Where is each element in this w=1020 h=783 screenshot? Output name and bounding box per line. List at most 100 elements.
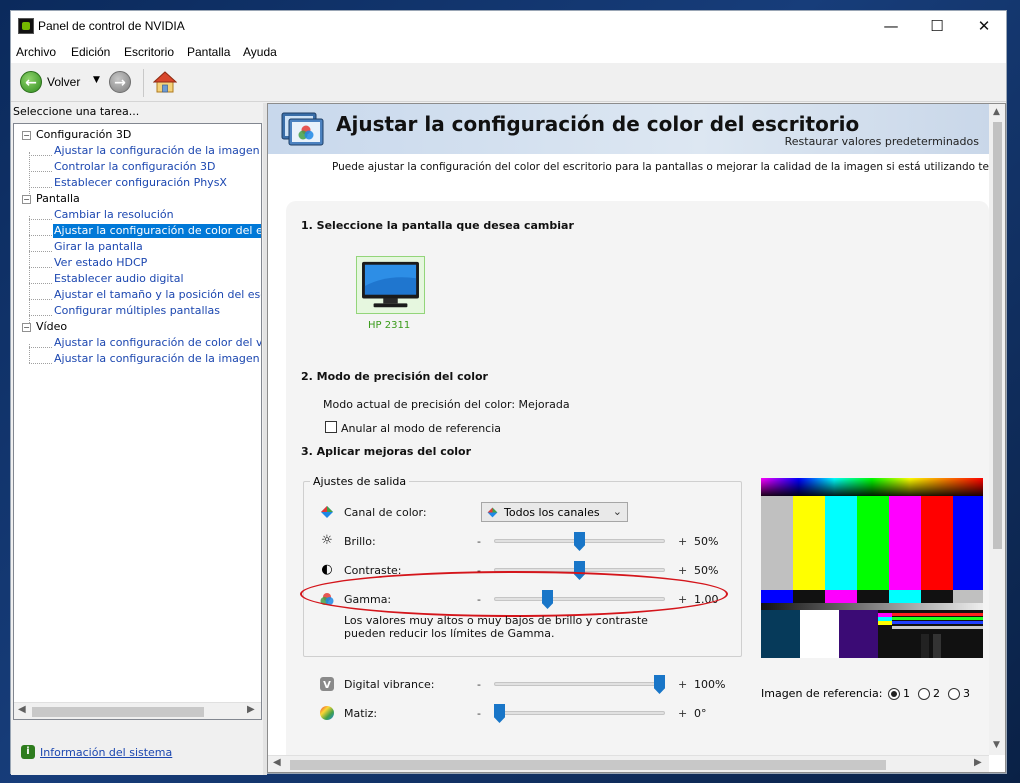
vibrance-minus: - xyxy=(477,678,481,691)
digital-vibrance-label: Digital vibrance: xyxy=(344,678,435,691)
vibrance-slider-track[interactable] xyxy=(494,682,665,686)
tree-item-desktop-size[interactable]: Ajustar el tamaño y la posición del escr… xyxy=(54,288,261,302)
tree-item-rotate[interactable]: Girar la pantalla xyxy=(54,240,143,254)
home-icon[interactable] xyxy=(153,71,177,93)
hue-slider-track[interactable] xyxy=(494,711,665,715)
hue-plus: + xyxy=(678,707,688,720)
reference-radio-3-label: 3 xyxy=(963,687,970,700)
tree-category-video[interactable]: Vídeo xyxy=(36,320,67,334)
scroll-left-icon[interactable]: ◀ xyxy=(18,704,26,715)
history-dropdown-icon[interactable]: ▼ xyxy=(93,75,100,85)
content-vertical-scrollbar[interactable]: ▲ ▼ xyxy=(989,104,1005,755)
tree-line xyxy=(29,171,52,172)
window-title: Panel de control de NVIDIA xyxy=(38,19,185,33)
back-button-label[interactable]: Volver xyxy=(47,75,80,89)
maximize-button[interactable]: ☐ xyxy=(914,11,960,41)
forward-arrow-icon[interactable]: → xyxy=(109,71,131,93)
task-panel-label: Seleccione una tarea... xyxy=(13,105,140,118)
tree-item-video-color[interactable]: Ajustar la configuración de color del ví… xyxy=(54,336,261,350)
tree-line xyxy=(29,299,52,300)
page-title: Ajustar la configuración de color del es… xyxy=(336,112,860,136)
scroll-right-icon[interactable]: ▶ xyxy=(974,757,982,768)
tree-line xyxy=(29,235,52,236)
precision-mode-text: Modo actual de precisión del color: Mejo… xyxy=(323,398,570,411)
hue-icon xyxy=(319,705,335,721)
tree-horizontal-scrollbar[interactable]: ◀ ▶ xyxy=(14,702,261,719)
reference-image-label: Imagen de referencia: xyxy=(761,687,883,700)
page-banner: Ajustar la configuración de color del es… xyxy=(268,104,989,154)
reference-radio-3[interactable] xyxy=(948,688,960,700)
menu-ayuda[interactable]: Ayuda xyxy=(243,45,277,59)
tree-item-hdcp[interactable]: Ver estado HDCP xyxy=(54,256,147,270)
tree-item-physx[interactable]: Establecer configuración PhysX xyxy=(54,176,227,190)
content-panel: Ajustar la configuración de color del es… xyxy=(267,103,1006,773)
collapse-toggle-icon[interactable]: − xyxy=(22,131,31,140)
scrollbar-thumb[interactable] xyxy=(32,707,204,717)
color-channel-label: Canal de color: xyxy=(344,506,427,519)
contrast-icon: ◐ xyxy=(321,562,333,577)
system-info-icon: i xyxy=(21,745,35,759)
collapse-toggle-icon[interactable]: − xyxy=(22,195,31,204)
contrast-plus: + xyxy=(678,564,688,577)
tree-item-digital-audio[interactable]: Establecer audio digital xyxy=(54,272,184,286)
desktop-color-icon xyxy=(281,112,324,146)
menu-escritorio[interactable]: Escritorio xyxy=(124,45,174,59)
reference-radio-2-label: 2 xyxy=(933,687,940,700)
monitor-icon xyxy=(362,261,419,308)
nvidia-app-icon xyxy=(18,18,34,34)
brightness-icon: ☼ xyxy=(321,533,333,548)
close-button[interactable]: ✕ xyxy=(961,11,1007,41)
tree-item-desktop-color[interactable]: Ajustar la configuración de color del es… xyxy=(53,224,261,238)
tree-item-image-preview[interactable]: Ajustar la configuración de la imagen co… xyxy=(54,144,261,158)
back-arrow-icon[interactable]: ← xyxy=(20,71,42,93)
red-annotation-ellipse xyxy=(300,571,728,617)
tree-item-video-image[interactable]: Ajustar la configuración de la imagen de… xyxy=(54,352,261,366)
tree-item-manage-3d[interactable]: Controlar la configuración 3D xyxy=(54,160,215,174)
restore-defaults-link[interactable]: Restaurar valores predeterminados xyxy=(785,135,979,148)
hue-value: 0° xyxy=(694,707,707,720)
toolbar: ← Volver ▼ → xyxy=(11,63,1006,102)
all-channels-icon xyxy=(486,506,499,522)
menu-edicion[interactable]: Edición xyxy=(71,45,110,59)
scrollbar-thumb[interactable] xyxy=(290,760,886,770)
tree-category-display[interactable]: Pantalla xyxy=(36,192,80,206)
collapse-toggle-icon[interactable]: − xyxy=(22,323,31,332)
scroll-up-icon[interactable]: ▲ xyxy=(993,107,1000,117)
color-channel-select[interactable]: Todos los canales ⌄ xyxy=(481,502,628,522)
chevron-down-icon: ⌄ xyxy=(612,505,622,518)
section-color-enhancements: 3. Aplicar mejoras del color xyxy=(301,445,472,458)
tree-line xyxy=(29,155,52,156)
scroll-down-icon[interactable]: ▼ xyxy=(993,740,1000,750)
menu-archivo[interactable]: Archivo xyxy=(16,45,56,59)
task-panel: Seleccione una tarea... − Configuración … xyxy=(11,103,263,775)
display-tile-hp2311[interactable] xyxy=(356,256,425,314)
tree-line xyxy=(29,347,52,348)
tree-line xyxy=(29,315,52,316)
vibrance-plus: + xyxy=(678,678,688,691)
tree-item-resolution[interactable]: Cambiar la resolución xyxy=(54,208,174,222)
color-channel-value: Todos los canales xyxy=(504,506,600,519)
tree-category-3d[interactable]: Configuración 3D xyxy=(36,128,131,142)
reference-radio-1-label: 1 xyxy=(903,687,910,700)
page-description: Puede ajustar la configuración del color… xyxy=(332,161,1006,173)
tree-line xyxy=(29,251,52,252)
scroll-right-icon[interactable]: ▶ xyxy=(247,704,255,715)
tree-item-multiple-displays[interactable]: Configurar múltiples pantallas xyxy=(54,304,220,318)
section-color-precision: 2. Modo de precisión del color xyxy=(301,370,488,383)
toolbar-separator xyxy=(143,69,144,97)
tree-line xyxy=(29,363,52,364)
content-horizontal-scrollbar[interactable]: ◀ ▶ xyxy=(268,755,989,772)
system-info-link[interactable]: Información del sistema xyxy=(40,746,172,759)
tree-line xyxy=(29,267,52,268)
output-settings-legend: Ajustes de salida xyxy=(310,475,410,488)
scrollbar-thumb[interactable] xyxy=(993,122,1002,549)
scroll-left-icon[interactable]: ◀ xyxy=(273,757,281,768)
menu-pantalla[interactable]: Pantalla xyxy=(187,45,230,59)
reference-mode-checkbox[interactable] xyxy=(325,421,337,433)
minimize-button[interactable]: — xyxy=(868,11,914,41)
nvidia-control-panel-window: Panel de control de NVIDIA — ☐ ✕ Archivo… xyxy=(10,10,1007,775)
digital-vibrance-icon: V xyxy=(319,676,335,692)
reference-radio-2[interactable] xyxy=(918,688,930,700)
reference-radio-1[interactable] xyxy=(888,688,900,700)
tree-line xyxy=(29,283,52,284)
